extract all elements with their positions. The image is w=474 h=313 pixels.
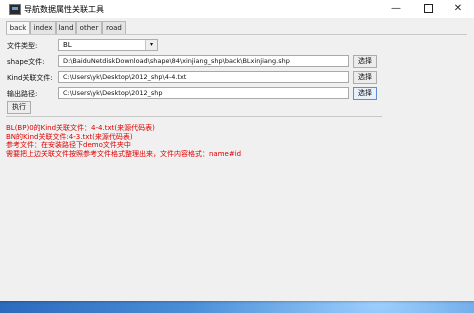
kind-file-input[interactable]: C:\Users\yk\Desktop\2012_shp\4-4.txt	[58, 71, 349, 83]
tab-divider	[6, 34, 467, 35]
app-icon	[9, 4, 21, 15]
file-type-label: 文件类型:	[7, 42, 38, 50]
shape-file-input[interactable]: D:\BaiduNetdiskDownload\shape\84\xinjian…	[58, 55, 349, 67]
output-line: BN的Kind关联文件:4-3.txt(来源代码表)	[6, 132, 133, 141]
shape-browse-button[interactable]: 选择	[353, 55, 377, 68]
maximize-icon	[423, 3, 433, 13]
tab-back[interactable]: back	[6, 21, 30, 35]
maximize-button[interactable]	[414, 0, 442, 18]
kind-browse-button[interactable]: 选择	[353, 71, 377, 84]
output-log: BL(BP)0的Kind关联文件：4-4.txt(来源代码表) BN的Kind关…	[6, 124, 241, 158]
tab-land[interactable]: land	[56, 21, 76, 35]
file-type-select[interactable]: BL ▾	[58, 39, 158, 51]
tab-road[interactable]: road	[102, 21, 126, 35]
output-line: 参考文件：在安装路径下demo文件夹中	[6, 141, 131, 149]
title-bar: 导航数据属性关联工具 — ✕	[0, 0, 474, 18]
shape-file-label: shape文件:	[7, 58, 45, 66]
output-path-value: C:\Users\yk\Desktop\2012_shp	[63, 89, 163, 97]
app-window: 导航数据属性关联工具 — ✕ back index land other roa…	[0, 0, 474, 301]
kind-file-value: C:\Users\yk\Desktop\2012_shp\4-4.txt	[63, 73, 187, 81]
file-type-value: BL	[63, 41, 72, 49]
close-button[interactable]: ✕	[444, 0, 472, 18]
output-path-input[interactable]: C:\Users\yk\Desktop\2012_shp	[58, 87, 349, 99]
kind-file-label: Kind关联文件:	[7, 74, 53, 82]
output-browse-button[interactable]: 选择	[353, 87, 377, 100]
run-button[interactable]: 执行	[7, 101, 31, 114]
shape-file-value: D:\BaiduNetdiskDownload\shape\84\xinjian…	[63, 57, 290, 65]
chevron-down-icon[interactable]: ▾	[145, 40, 157, 50]
output-line: 需要把上边关联文件按照参考文件格式整理出来，文件内容格式：name#id	[6, 149, 242, 158]
output-divider	[6, 116, 382, 117]
tab-other[interactable]: other	[76, 21, 102, 35]
output-path-label: 输出路径:	[7, 90, 38, 98]
output-line: BL(BP)0的Kind关联文件：4-4.txt(来源代码表)	[6, 124, 155, 132]
tab-index[interactable]: index	[30, 21, 56, 35]
minimize-button[interactable]: —	[382, 0, 410, 18]
window-title: 导航数据属性关联工具	[24, 5, 104, 14]
